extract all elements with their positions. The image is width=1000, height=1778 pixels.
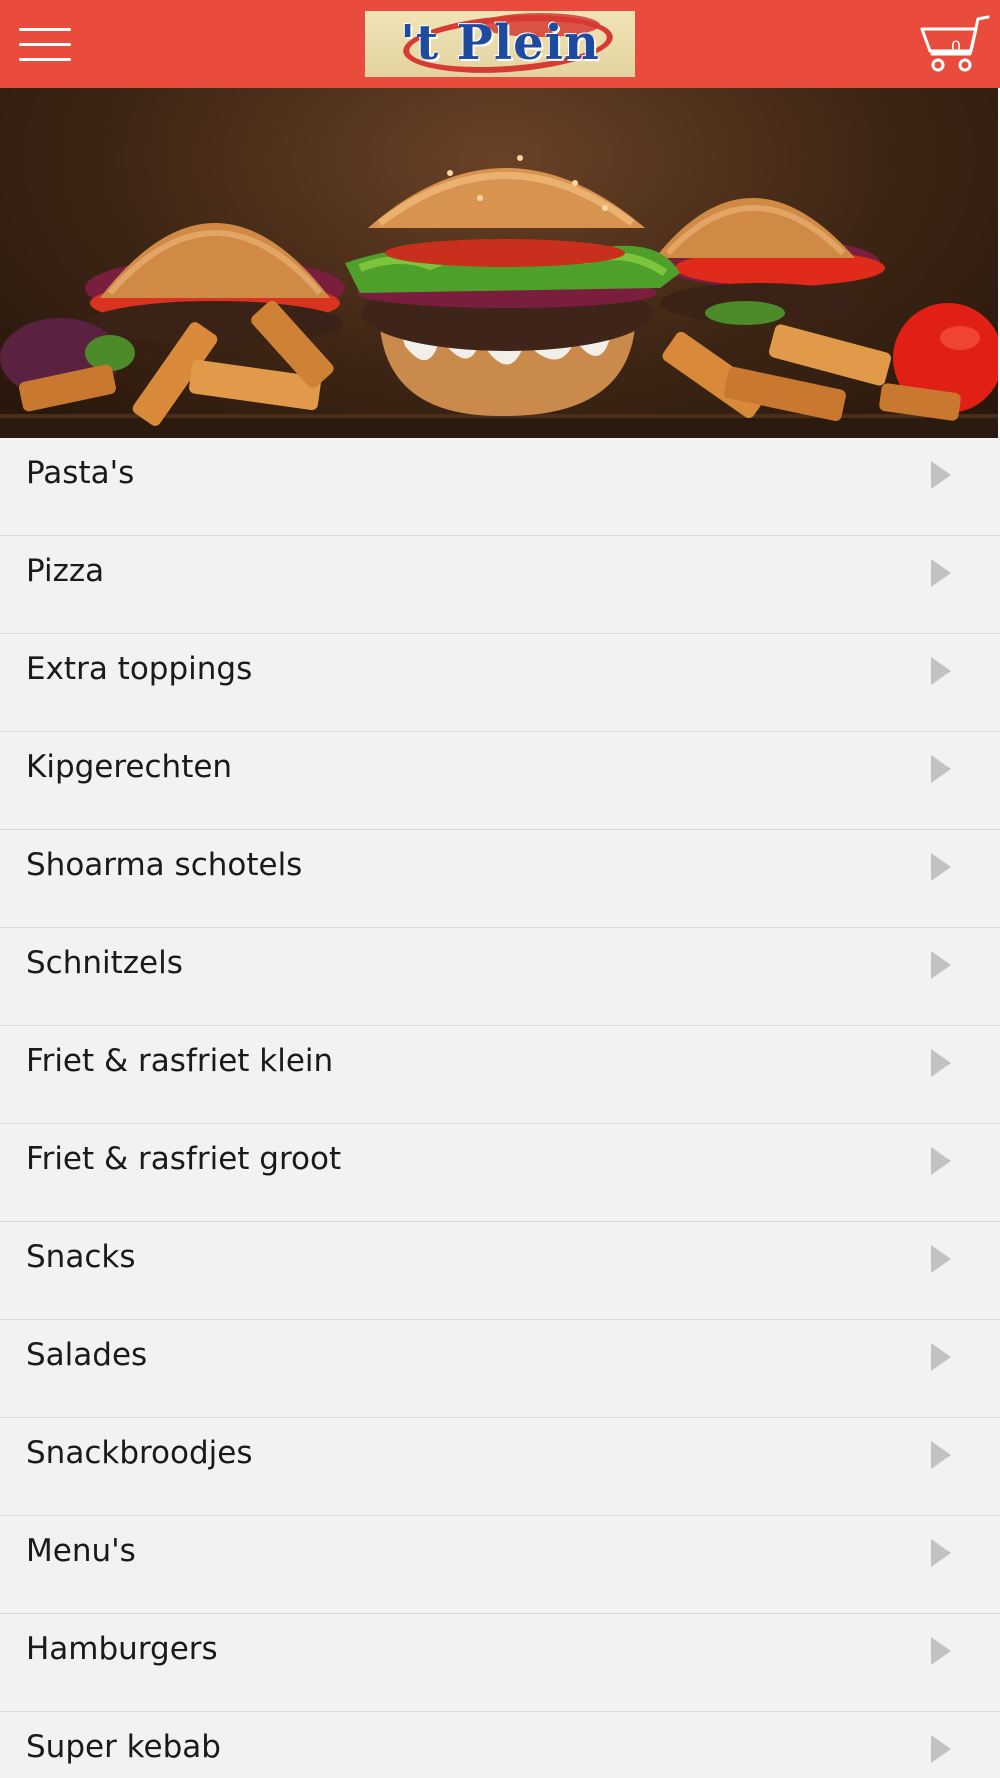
list-item[interactable]: Friet & rasfriet klein (0, 1026, 1000, 1124)
list-item-label: Kipgerechten (26, 749, 233, 785)
list-item-label: Friet & rasfriet groot (26, 1141, 342, 1177)
list-item[interactable]: Schnitzels (0, 928, 1000, 1026)
list-item[interactable]: Menu's (0, 1516, 1000, 1614)
list-item[interactable]: Shoarma schotels (0, 830, 1000, 928)
list-item[interactable]: Hamburgers (0, 1614, 1000, 1712)
app-screen: 't Plein 0 Pasta's Pizza Extra toppings … (0, 0, 1000, 1778)
chevron-right-icon (931, 1049, 951, 1077)
list-item[interactable]: Super kebab (0, 1712, 1000, 1778)
list-item-label: Salades (26, 1337, 148, 1373)
chevron-right-icon (931, 1245, 951, 1273)
list-item-label: Hamburgers (26, 1631, 218, 1667)
list-item-label: Schnitzels (26, 945, 183, 981)
top-bar: 't Plein 0 (0, 0, 1000, 88)
brand-logo[interactable]: 't Plein (365, 11, 635, 77)
list-item[interactable]: Pasta's (0, 438, 1000, 536)
hero-banner-image (0, 88, 998, 438)
chevron-right-icon (931, 951, 951, 979)
chevron-right-icon (931, 657, 951, 685)
chevron-right-icon (931, 461, 951, 489)
list-item[interactable]: Extra toppings (0, 634, 1000, 732)
chevron-right-icon (931, 1441, 951, 1469)
list-item[interactable]: Friet & rasfriet groot (0, 1124, 1000, 1222)
list-item-label: Extra toppings (26, 651, 253, 687)
list-item[interactable]: Pizza (0, 536, 1000, 634)
list-item-label: Snackbroodjes (26, 1435, 253, 1471)
list-item[interactable]: Snackbroodjes (0, 1418, 1000, 1516)
chevron-right-icon (931, 1539, 951, 1567)
chevron-right-icon (931, 1735, 951, 1763)
menu-icon-line (19, 43, 71, 46)
list-item-label: Friet & rasfriet klein (26, 1043, 334, 1079)
list-item-label: Super kebab (26, 1729, 221, 1765)
list-item-label: Shoarma schotels (26, 847, 303, 883)
logo-text: 't Plein (400, 15, 600, 71)
burger-illustration (0, 155, 998, 438)
shopping-cart-icon[interactable]: 0 (918, 14, 990, 76)
chevron-right-icon (931, 559, 951, 587)
list-item-label: Pizza (26, 553, 105, 589)
category-menu-list: Pasta's Pizza Extra toppings Kipgerechte… (0, 438, 1000, 1778)
menu-icon-line (19, 28, 71, 31)
cart-count-badge: 0 (950, 37, 962, 56)
chevron-right-icon (931, 755, 951, 783)
list-item[interactable]: Kipgerechten (0, 732, 1000, 830)
chevron-right-icon (931, 1343, 951, 1371)
list-item-label: Snacks (26, 1239, 136, 1275)
hamburger-menu-icon[interactable] (19, 25, 71, 65)
list-item[interactable]: Salades (0, 1320, 1000, 1418)
list-item[interactable]: Snacks (0, 1222, 1000, 1320)
menu-icon-line (19, 58, 71, 61)
chevron-right-icon (931, 1147, 951, 1175)
chevron-right-icon (931, 1637, 951, 1665)
chevron-right-icon (931, 853, 951, 881)
list-item-label: Pasta's (26, 455, 135, 491)
list-item-label: Menu's (26, 1533, 136, 1569)
